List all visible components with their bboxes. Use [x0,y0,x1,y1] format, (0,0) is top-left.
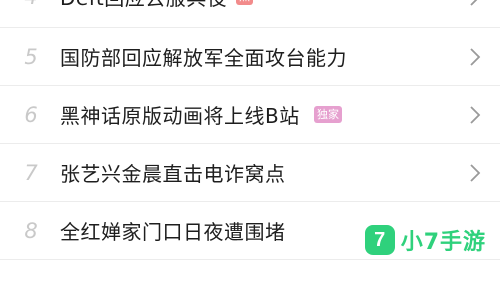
list-item[interactable]: 7 张艺兴金晨直击电诈窝点 [0,144,500,202]
chevron-right-icon[interactable] [468,104,482,126]
rank-number: 7 [24,160,38,185]
watermark-logo-icon: 7 [364,225,395,255]
list-item[interactable]: 6 黑神话原版动画将上线B站 独家 [0,86,500,144]
item-title[interactable]: 国防部回应解放军全面攻台能力 [60,42,347,71]
item-title[interactable]: Deft回应去服兵役 [60,0,227,11]
exclusive-badge: 独家 [314,106,342,123]
item-title[interactable]: 黑神话原版动画将上线B站 [60,100,300,129]
chevron-right-icon[interactable] [468,162,482,184]
rank-number: 4 [18,0,44,9]
item-title[interactable]: 全红婵家门口日夜遭围堵 [60,216,286,245]
chevron-right-icon[interactable] [468,46,482,68]
watermark-text: 小7手游 [400,230,486,255]
rank-number: 8 [24,218,38,243]
list-item[interactable]: 4 Deft回应去服兵役 热 [0,0,500,28]
trending-list: 4 Deft回应去服兵役 热 5 国防部回应解放军全面攻台能力 6 黑神话原版动… [0,0,500,260]
watermark: 7 小7手游 [364,224,486,256]
rank-number: 5 [24,44,38,69]
rank-number: 6 [24,102,38,127]
hot-badge: 热 [236,0,253,5]
chevron-right-icon[interactable] [468,0,482,8]
item-title[interactable]: 张艺兴金晨直击电诈窝点 [60,158,286,187]
list-item[interactable]: 5 国防部回应解放军全面攻台能力 [0,28,500,86]
